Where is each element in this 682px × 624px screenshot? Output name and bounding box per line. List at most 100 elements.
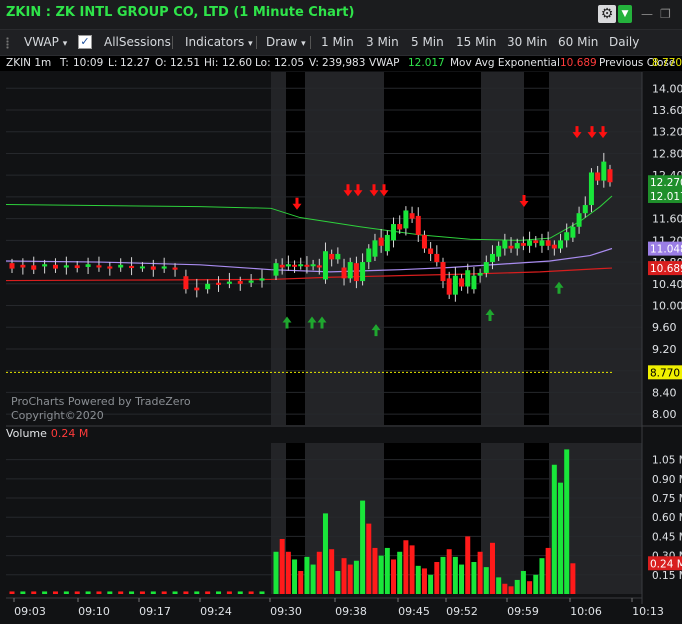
candle-body <box>31 265 37 270</box>
time-tick-label: 09:52 <box>446 605 478 618</box>
volume-bar <box>150 591 156 594</box>
volume-bar <box>259 591 265 594</box>
volume-bar <box>322 513 328 594</box>
candle-body <box>298 264 304 267</box>
info-time-label: T: <box>60 57 69 69</box>
info-symbol: ZKIN 1m <box>6 57 52 69</box>
candle-body <box>465 270 471 287</box>
volume-bar <box>533 574 539 594</box>
volume-tick-label: 0.75 M <box>652 493 682 505</box>
allsessions-checkbox[interactable]: ✓ <box>78 35 92 49</box>
candle-body <box>428 248 434 254</box>
window-title: ZKIN : ZK INTL GROUP CO, LTD (1 Minute C… <box>6 5 355 20</box>
volume-bar <box>366 523 372 594</box>
price-tick-label: 13.20 <box>652 126 682 139</box>
draw-caret: ▾ <box>301 39 306 49</box>
price-tick-label: 8.40 <box>652 386 677 399</box>
volume-bar <box>514 579 520 594</box>
candle-body <box>42 264 48 267</box>
indicators-dropdown[interactable]: Indicators ▾ <box>185 35 253 52</box>
volume-bar <box>279 538 285 594</box>
candle-body <box>273 263 279 276</box>
volume-bar <box>446 549 452 594</box>
toolbar-divider <box>172 36 173 49</box>
volume-bar <box>471 562 477 594</box>
candle-body <box>514 243 520 249</box>
timeframe-15min[interactable]: 15 Min <box>456 35 496 50</box>
volume-bar <box>391 559 397 594</box>
candle-body <box>533 240 539 244</box>
volume-bar <box>9 591 15 594</box>
volume-tag-label: 0.24 M <box>650 558 682 570</box>
volume-bar <box>477 551 483 594</box>
volume-bar <box>316 551 322 594</box>
volume-bar <box>570 563 576 594</box>
candle-body <box>378 237 384 246</box>
candle-body <box>292 264 298 267</box>
timeframe-3min[interactable]: 3 Min <box>366 35 399 50</box>
volume-bar <box>397 551 403 594</box>
volume-bar <box>545 547 551 594</box>
volume-panel-label: Volume 0.24 M <box>6 427 88 440</box>
time-tick-label: 09:38 <box>335 605 367 618</box>
volume-bar <box>341 558 347 594</box>
timeframe-daily[interactable]: Daily <box>609 35 639 50</box>
candle-body <box>279 264 285 268</box>
candle-body <box>539 240 545 246</box>
info-open-value: 12.51 <box>170 57 201 69</box>
candle-body <box>347 262 353 279</box>
candle-body <box>96 265 102 268</box>
time-tick-label: 09:59 <box>507 605 539 618</box>
timeframe-60min[interactable]: 60 Min <box>558 35 598 50</box>
timeframe-1min[interactable]: 1 Min <box>321 35 354 50</box>
candle-body <box>341 267 347 279</box>
volume-tick-label: 0.15 M <box>652 570 682 582</box>
allsessions-label[interactable]: AllSessions <box>104 35 171 50</box>
time-tick-label: 09:45 <box>398 605 430 618</box>
candle-body <box>471 275 477 290</box>
candle-body <box>285 264 291 267</box>
candle-body <box>161 266 167 269</box>
volume-bar <box>85 591 91 594</box>
volume-bar <box>378 555 384 594</box>
volume-bar <box>502 583 508 594</box>
toolbar-divider <box>256 36 257 49</box>
volume-bar <box>161 591 167 594</box>
candle-body <box>183 276 189 290</box>
restore-button[interactable]: ❐ <box>660 4 671 24</box>
vwap-dropdown[interactable]: VWAP ▾ <box>24 35 67 52</box>
candle-body <box>322 251 328 280</box>
volume-bar <box>292 559 298 594</box>
volume-bar <box>226 591 232 594</box>
timeframe-30min[interactable]: 30 Min <box>507 35 547 50</box>
candle-body <box>118 264 124 268</box>
draw-dropdown[interactable]: Draw ▾ <box>266 35 306 52</box>
candle-body <box>496 245 502 257</box>
info-high-value: 12.60 <box>222 57 253 69</box>
volume-bar <box>304 556 310 594</box>
gear-icon[interactable]: ⚙ <box>598 5 616 23</box>
volume-bar <box>440 556 446 594</box>
timeframe-5min[interactable]: 5 Min <box>411 35 444 50</box>
info-prevclose-value: 8.770 <box>652 57 682 69</box>
info-low-label: Lo: <box>255 57 271 69</box>
candle-body <box>551 244 557 249</box>
volume-bar <box>216 591 222 594</box>
watermark-line2: Copyright©2020 <box>11 409 104 422</box>
time-tick-label: 10:13 <box>632 605 664 618</box>
volume-bar <box>465 536 471 594</box>
volume-bar <box>415 565 421 594</box>
candle-body <box>360 262 366 282</box>
candle-body <box>139 266 145 269</box>
candle-body <box>52 264 58 269</box>
indicators-label: Indicators <box>185 35 245 49</box>
chevron-down-icon[interactable]: ▼ <box>618 5 632 23</box>
candle-body <box>527 240 533 246</box>
volume-bar <box>353 560 359 594</box>
volume-bar <box>183 591 189 594</box>
time-tick-label: 09:17 <box>139 605 171 618</box>
price-volume-chart[interactable]: 14.0013.6013.2012.8012.4012.0011.6011.20… <box>0 0 682 624</box>
candle-body <box>63 265 69 268</box>
candle-body <box>391 224 397 241</box>
minimize-button[interactable]: — <box>641 4 653 24</box>
